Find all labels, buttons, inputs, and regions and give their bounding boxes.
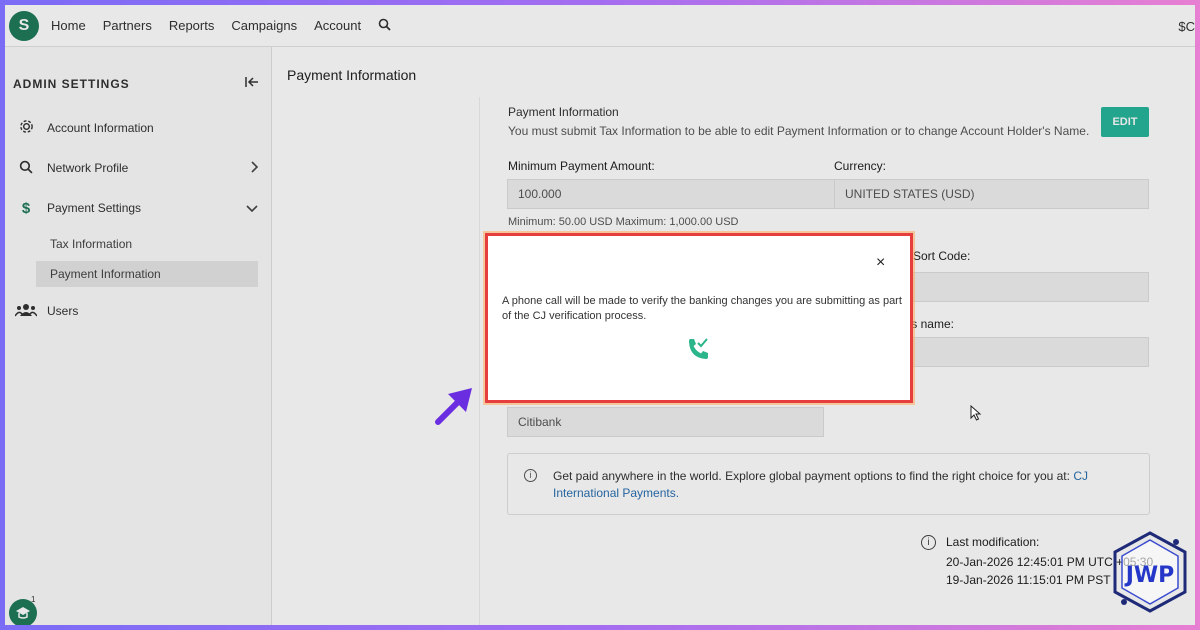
close-icon[interactable]: × <box>876 254 885 272</box>
mouse-cursor-icon <box>970 404 982 421</box>
watermark-text: JWP <box>1124 563 1175 588</box>
pointer-arrow-icon <box>432 386 474 428</box>
jwp-watermark-logo: JWP <box>1110 530 1190 614</box>
phone-check-icon <box>686 336 712 362</box>
modal-message: A phone call will be made to verify the … <box>502 295 902 322</box>
phone-verification-modal: × A phone call will be made to verify th… <box>485 233 913 403</box>
app-window: S Home Partners Reports Campaigns Accoun… <box>5 5 1195 625</box>
